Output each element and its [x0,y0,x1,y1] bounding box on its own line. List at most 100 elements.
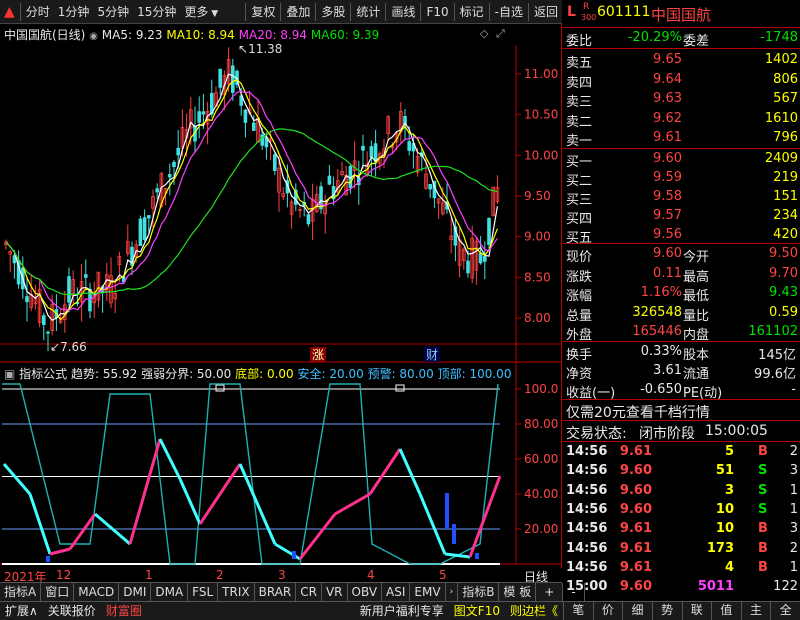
quote-label: 涨跌 [566,269,593,285]
tab-indicator-b[interactable]: 指标B [458,583,500,601]
level-label: 卖一 [566,134,593,149]
buy-level-row[interactable]: 买四 9.57 234 [563,206,800,227]
price-tick-label: 9.50 [524,189,551,203]
buy-level-row[interactable]: 买一 9.60 2409 [563,149,800,170]
mark-button[interactable]: 标记 [456,2,488,22]
back-button[interactable]: 返回 [530,2,562,22]
margin-flag: L [567,4,576,20]
restore-rights-button[interactable]: 复权 [247,2,279,22]
candle-body [201,111,206,115]
tab-more[interactable]: 更多 ▼ [180,2,222,22]
expand-icon[interactable]: ⤢ [496,27,505,41]
tab-main[interactable]: 主 [740,601,771,620]
wealth-circle-button[interactable]: 财富圈 [101,602,147,620]
graphic-f10-button[interactable]: 图文F10 [449,602,505,620]
stock-period-label: 中国国航(日线) [4,28,86,42]
indicator-menu-icon[interactable]: ▣ [4,367,15,381]
f10-button[interactable]: F10 [422,2,452,22]
tab-fsl[interactable]: FSL [188,583,219,601]
trend-segment [418,493,447,555]
tab-trend[interactable]: 势 [651,601,682,620]
promo-text[interactable]: 仅需20元查看千档行情 [566,402,710,422]
remove-watchlist-button[interactable]: -自选 [491,2,527,22]
tab-value[interactable]: 值 [711,601,741,620]
sell-level-row[interactable]: 卖三 9.63 567 [563,89,800,110]
tab-5min[interactable]: 5分钟 [93,2,133,22]
candle-body [172,161,176,168]
fundamental-row: 净资 3.61 流通 99.6亿 [563,361,800,382]
template-button[interactable]: 模 板 [499,583,537,601]
tab-brar[interactable]: BRAR [255,583,297,601]
chevron-right-icon[interactable]: › [446,583,459,601]
tick-price: 9.61 [619,444,652,459]
sidebar-toggle[interactable]: 则边栏《 [505,602,563,620]
multi-stock-button[interactable]: 多股 [317,2,349,22]
tab-obv[interactable]: OBV [348,583,383,601]
trend-segment [198,463,242,525]
tab-asi[interactable]: ASI [382,583,411,601]
tick-row: 14:56 9.60 3 S 1 [563,481,800,501]
indicator-title: ▣ 指标公式 趋势: 55.92 强弱分界: 50.00 底部: 0.00 安全… [4,365,516,382]
sell-level-row[interactable]: 卖二 9.62 1610 [563,109,800,130]
candle-body [197,111,202,123]
tab-1min[interactable]: 1分钟 [54,2,94,22]
level-price: 9.57 [653,208,682,223]
tab-vr[interactable]: VR [322,583,348,601]
tick-volume: 4 [724,559,734,575]
tick-side: B [758,444,768,459]
tab-window[interactable]: 窗口 [41,583,75,601]
tab-dma[interactable]: DMA [151,583,189,601]
sell-level-row[interactable]: 卖四 9.64 806 [563,70,800,91]
tab-tick[interactable]: 笔 [563,601,593,620]
buy-level-row[interactable]: 买五 9.56 420 [563,225,800,246]
candle-body [428,183,432,190]
tab-15min[interactable]: 15分钟 [133,2,180,22]
buy-level-row[interactable]: 买二 9.59 219 [563,168,800,189]
long-trend-line [2,383,499,565]
draw-line-button[interactable]: 画线 [387,2,419,22]
new-user-promo[interactable]: 新用户福利专享 [355,602,449,620]
quote-value: 9.70 [769,265,798,281]
indicator-formula-label[interactable]: 指标公式 [19,367,67,381]
tick-volume: 5 [724,444,734,459]
tab-price[interactable]: 价 [592,601,623,620]
zoom-in-button[interactable]: + [536,583,564,601]
buy-level-row[interactable]: 买三 9.58 151 [563,187,800,208]
tab-intraday[interactable]: 分时 [22,2,54,22]
chart-area[interactable]: 11.00 10.50 10.00 9.50 9.00 8.50 8.00 100.0 80.… [0,24,562,584]
menu-icon[interactable]: ▲ [0,2,19,22]
chart-title: 中国国航(日线) ◉ MA5: 9.23 MA10: 8.94 MA20: 8.… [4,26,379,43]
related-quotes-button[interactable]: 关联报价 [43,602,101,620]
quote-row: 外盘 165446 内盘 161102 [563,322,800,343]
tab-dmi[interactable]: DMI [119,583,152,601]
settings-icon[interactable]: ◉ [89,31,98,42]
sell-level-row[interactable]: 卖五 9.65 1402 [563,50,800,71]
tab-detail[interactable]: 细 [622,601,652,620]
quote-row: 现价 9.60 今开 9.50 [563,244,800,265]
level-volume: 2409 [764,151,798,166]
high-marker: ↖11.38 [238,42,282,56]
tick-price: 9.61 [619,559,652,575]
price-tick-label: 10.00 [524,148,558,162]
tick-count: 3 [789,463,798,479]
statistics-button[interactable]: 统计 [352,2,384,22]
tab-indicator-a[interactable]: 指标A [0,583,42,601]
expand-button[interactable]: 扩展∧ [0,602,43,620]
tick-row: 15:00 9.60 5011 122 [563,577,800,597]
blue-bar [475,553,479,559]
overlay-button[interactable]: 叠加 [282,2,314,22]
tab-trix[interactable]: TRIX [218,583,255,601]
tab-macd[interactable]: MACD [74,583,120,601]
sell-level-row[interactable]: 卖一 9.61 796 [563,128,800,149]
candle-body [167,174,172,178]
promo-row[interactable]: 仅需20元查看千档行情 [563,400,800,422]
tab-emv[interactable]: EMV [410,583,446,601]
tab-related[interactable]: 联 [681,601,712,620]
kline-chart[interactable]: 11.00 10.50 10.00 9.50 9.00 8.50 8.00 100.0 80.… [0,24,562,568]
candle-body [260,134,264,146]
quote-value: 9.43 [769,285,798,300]
tab-all[interactable]: 全 [770,601,800,620]
diamond-icon[interactable]: ◇ [480,27,488,40]
trend-segment [468,475,502,558]
tab-cr[interactable]: CR [296,583,322,601]
